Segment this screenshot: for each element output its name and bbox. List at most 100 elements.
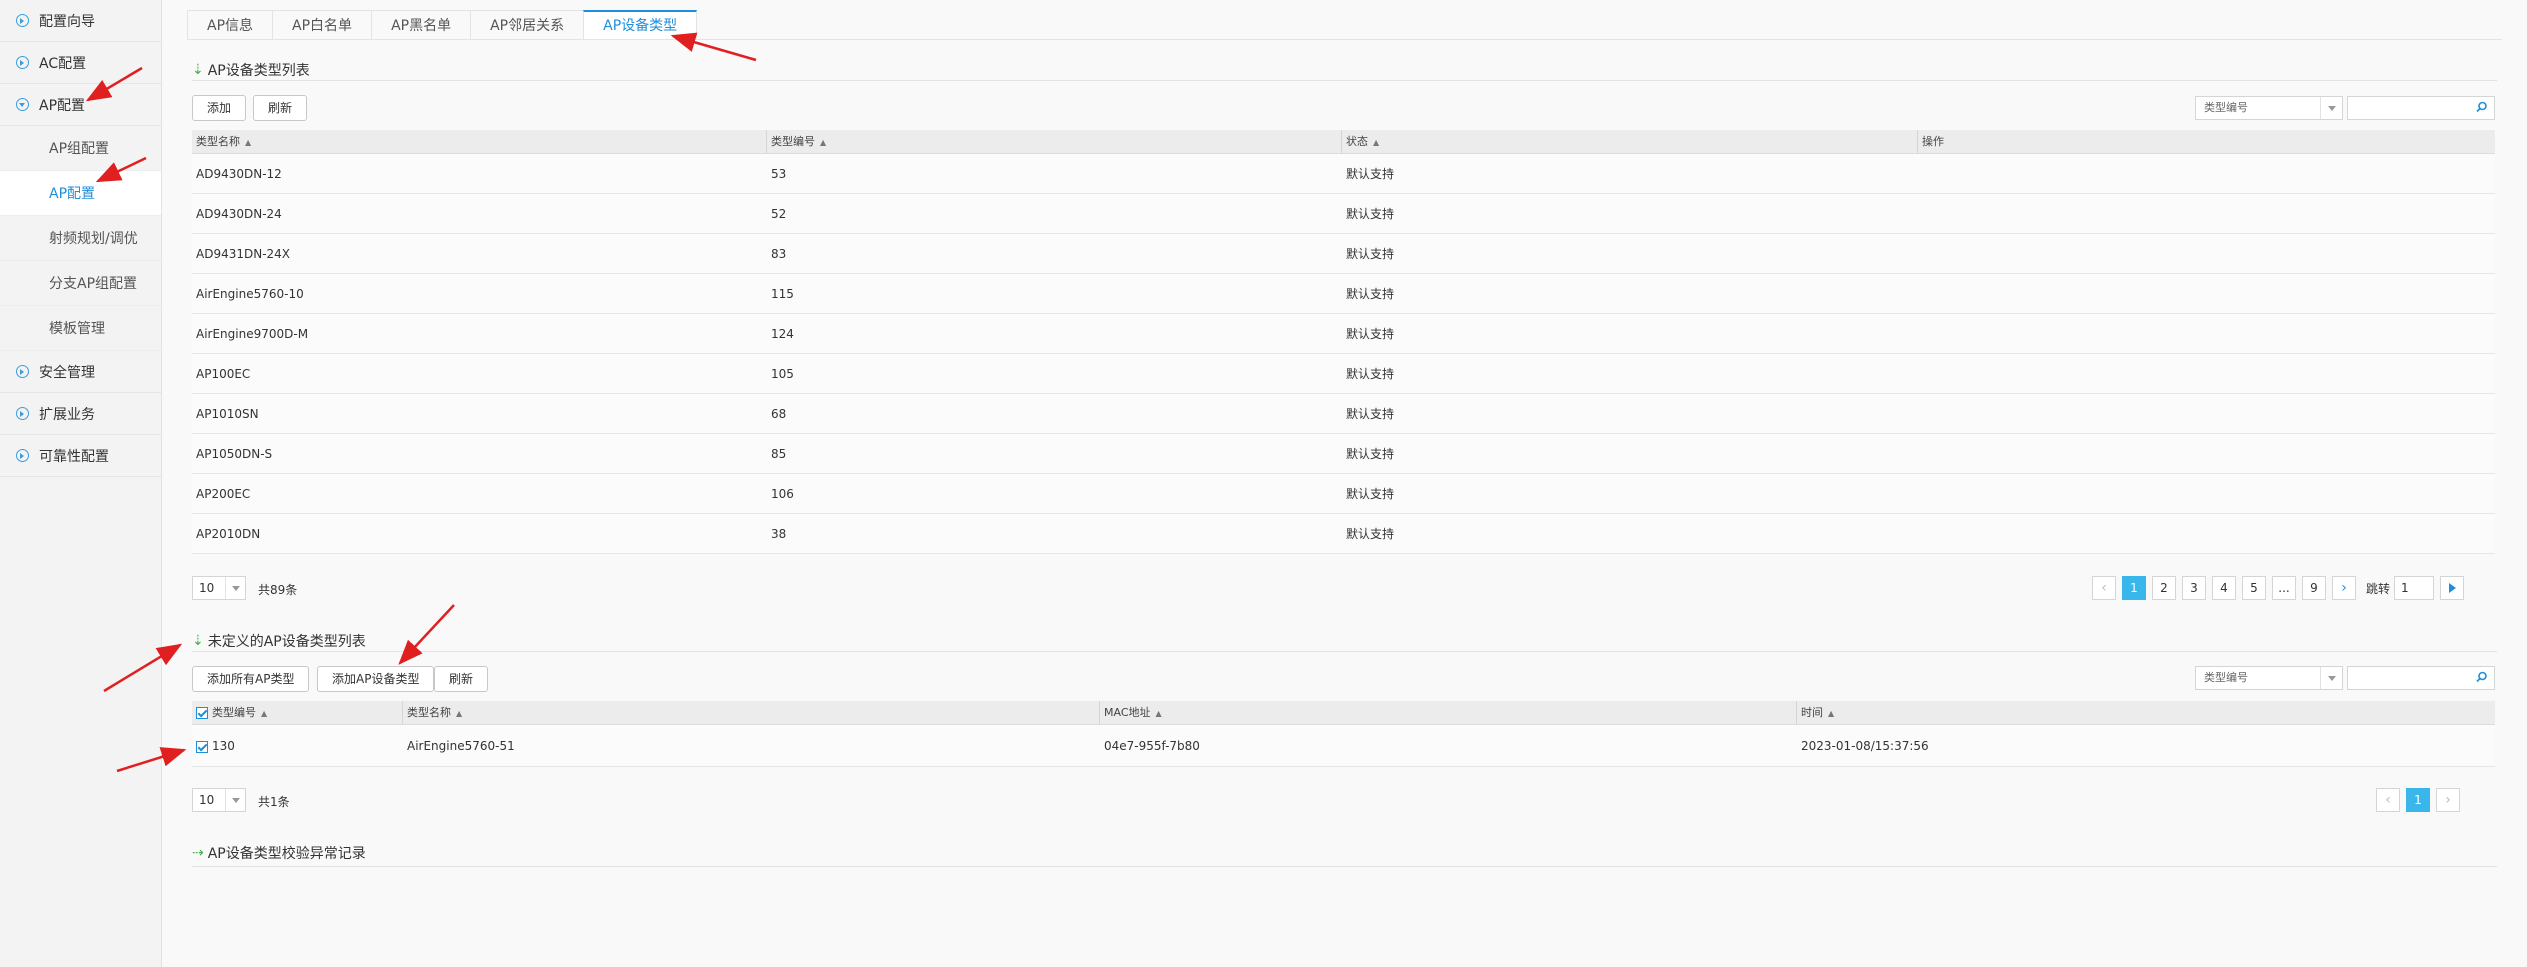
column-header-type-id[interactable]: 类型编号 ▲ — [192, 701, 403, 724]
page-button[interactable]: 9 — [2302, 576, 2326, 600]
tab-ap-device-type[interactable]: AP设备类型 — [583, 10, 698, 40]
sort-asc-icon[interactable]: ▲ — [1156, 709, 1162, 718]
page-button[interactable]: 4 — [2212, 576, 2236, 600]
page-size-select[interactable]: 10 — [192, 788, 246, 812]
search-field-select[interactable]: 类型编号 — [2195, 96, 2343, 120]
refresh-button[interactable]: 刷新 — [434, 666, 489, 692]
next-page-icon[interactable]: › — [2436, 788, 2460, 812]
page-button[interactable]: 2 — [2152, 576, 2176, 600]
sidebar-item-label: AP配置 — [39, 97, 86, 114]
row-id-cell: 38 — [771, 527, 787, 541]
column-header-type-name[interactable]: 类型名称 ▲ — [403, 701, 1100, 724]
page-button[interactable]: 5 — [2242, 576, 2266, 600]
row-name-cell: AP200EC — [196, 487, 251, 501]
sidebar-subitem-branch-ap-group[interactable]: 分支AP组配置 — [0, 261, 161, 306]
next-page-icon[interactable]: › — [2332, 576, 2356, 600]
section-title: AP设备类型列表 — [207, 63, 310, 79]
page-size-value: 10 — [199, 793, 215, 807]
sidebar-subitem-ap-group-config[interactable]: AP组配置 — [0, 126, 161, 171]
prev-page-icon[interactable]: ‹ — [2092, 576, 2116, 600]
tab-ap-blacklist[interactable]: AP黑名单 — [371, 10, 472, 40]
collapse-arrow-icon: ⇣ — [192, 62, 204, 78]
sidebar-subitem-ap-config[interactable]: AP配置 — [0, 171, 161, 216]
table-row[interactable]: 130 AirEngine5760-51 04e7-955f-7b80 2023… — [192, 725, 2495, 767]
search-input[interactable] — [2347, 666, 2495, 690]
page-button[interactable]: 3 — [2182, 576, 2206, 600]
cell-text: 130 — [212, 739, 235, 753]
column-header-time[interactable]: 时间 ▲ — [1797, 701, 2495, 724]
sidebar-subitem-radio-planning[interactable]: 射频规划/调优 — [0, 216, 161, 261]
sort-asc-icon[interactable]: ▲ — [820, 138, 826, 147]
search-icon[interactable] — [2476, 671, 2488, 683]
search-field-select[interactable]: 类型编号 — [2195, 666, 2343, 690]
table-row[interactable]: AP200EC 106 默认支持 — [192, 474, 2495, 514]
expand-arrow-icon: ⇢ — [192, 845, 204, 861]
table-row[interactable]: AP100EC 105 默认支持 — [192, 354, 2495, 394]
sidebar-item-ac-config[interactable]: AC配置 — [0, 42, 161, 84]
undefined-list-table: 类型编号 ▲ 类型名称 ▲ MAC地址 ▲ 时间 ▲ 130 AirEngine5760… — [192, 701, 2495, 767]
select-all-checkbox[interactable] — [196, 707, 208, 719]
column-header-type-id[interactable]: 类型编号 ▲ — [767, 130, 1342, 153]
go-page-icon[interactable] — [2440, 576, 2465, 600]
sort-asc-icon[interactable]: ▲ — [1373, 138, 1379, 147]
sidebar-item-config-wizard[interactable]: 配置向导 — [0, 0, 161, 42]
page-button[interactable]: 1 — [2406, 788, 2430, 812]
expand-circle-icon — [16, 407, 29, 420]
sort-asc-icon[interactable]: ▲ — [261, 709, 267, 718]
prev-page-icon[interactable]: ‹ — [2376, 788, 2400, 812]
row-status-cell: 默认支持 — [1346, 207, 1395, 221]
sidebar-item-ap-config[interactable]: AP配置 — [0, 84, 161, 126]
chevron-down-icon — [225, 789, 245, 811]
chevron-down-icon — [225, 577, 245, 599]
sort-asc-icon[interactable]: ▲ — [1828, 709, 1834, 718]
collapse-circle-icon — [16, 98, 29, 111]
divider — [192, 80, 2497, 81]
row-status-cell: 默认支持 — [1346, 487, 1395, 501]
row-status-cell: 默认支持 — [1346, 527, 1395, 541]
column-header-status[interactable]: 状态 ▲ — [1342, 130, 1918, 153]
row-actions-cell — [1918, 474, 2495, 513]
refresh-button[interactable]: 刷新 — [253, 95, 308, 121]
table-row[interactable]: AP2010DN 38 默认支持 — [192, 514, 2495, 554]
expand-circle-icon — [16, 14, 29, 27]
tab-ap-info[interactable]: AP信息 — [187, 10, 274, 40]
table-row[interactable]: AP1010SN 68 默认支持 — [192, 394, 2495, 434]
undefined-list-section-header[interactable]: ⇣ 未定义的AP设备类型列表 — [192, 631, 366, 651]
search-icon[interactable] — [2476, 101, 2488, 113]
search-field-value: 类型编号 — [2204, 671, 2248, 684]
jump-page-input[interactable]: 1 — [2394, 576, 2435, 600]
tab-ap-neighbor[interactable]: AP邻居关系 — [470, 10, 585, 40]
add-all-ap-types-button[interactable]: 添加所有AP类型 — [192, 666, 310, 692]
table-row[interactable]: AD9430DN-12 53 默认支持 — [192, 154, 2495, 194]
row-checkbox[interactable] — [196, 740, 208, 753]
row-name-cell: AD9430DN-24 — [196, 207, 282, 221]
sidebar-subitem-template-mgmt[interactable]: 模板管理 — [0, 306, 161, 351]
search-input[interactable] — [2347, 96, 2495, 120]
page-button[interactable]: 1 — [2122, 576, 2146, 600]
sidebar-item-extended-services[interactable]: 扩展业务 — [0, 393, 161, 435]
sidebar-item-label: 可靠性配置 — [39, 448, 109, 465]
table-row[interactable]: AD9430DN-24 52 默认支持 — [192, 194, 2495, 234]
table-row[interactable]: AirEngine5760-10 115 默认支持 — [192, 274, 2495, 314]
table-row[interactable]: AP1050DN-S 85 默认支持 — [192, 434, 2495, 474]
row-status-cell: 默认支持 — [1346, 367, 1395, 381]
page-size-select[interactable]: 10 — [192, 576, 246, 600]
column-header-mac[interactable]: MAC地址 ▲ — [1100, 701, 1797, 724]
table-header: 类型编号 ▲ 类型名称 ▲ MAC地址 ▲ 时间 ▲ — [192, 701, 2495, 725]
tab-ap-whitelist[interactable]: AP白名单 — [272, 10, 373, 40]
column-header-type-name[interactable]: 类型名称 ▲ — [192, 130, 767, 153]
add-ap-device-type-button[interactable]: 添加AP设备类型 — [317, 666, 435, 692]
table-row[interactable]: AirEngine9700D-M 124 默认支持 — [192, 314, 2495, 354]
exception-log-section-header[interactable]: ⇢ AP设备类型校验异常记录 — [192, 843, 366, 863]
sidebar-item-label: 安全管理 — [39, 364, 95, 381]
page-ellipsis-button[interactable]: ... — [2272, 576, 2296, 600]
sidebar-item-security[interactable]: 安全管理 — [0, 351, 161, 393]
table-row[interactable]: AD9431DN-24X 83 默认支持 — [192, 234, 2495, 274]
sort-asc-icon[interactable]: ▲ — [245, 138, 251, 147]
sort-asc-icon[interactable]: ▲ — [456, 709, 462, 718]
row-actions-cell — [1918, 274, 2495, 313]
sidebar-item-reliability[interactable]: 可靠性配置 — [0, 435, 161, 477]
type-list-section-header[interactable]: ⇣ AP设备类型列表 — [192, 60, 310, 80]
add-button[interactable]: 添加 — [192, 95, 247, 121]
main-content: AP信息 AP白名单 AP黑名单 AP邻居关系 AP设备类型 ⇣ AP设备类型列… — [162, 0, 2527, 967]
